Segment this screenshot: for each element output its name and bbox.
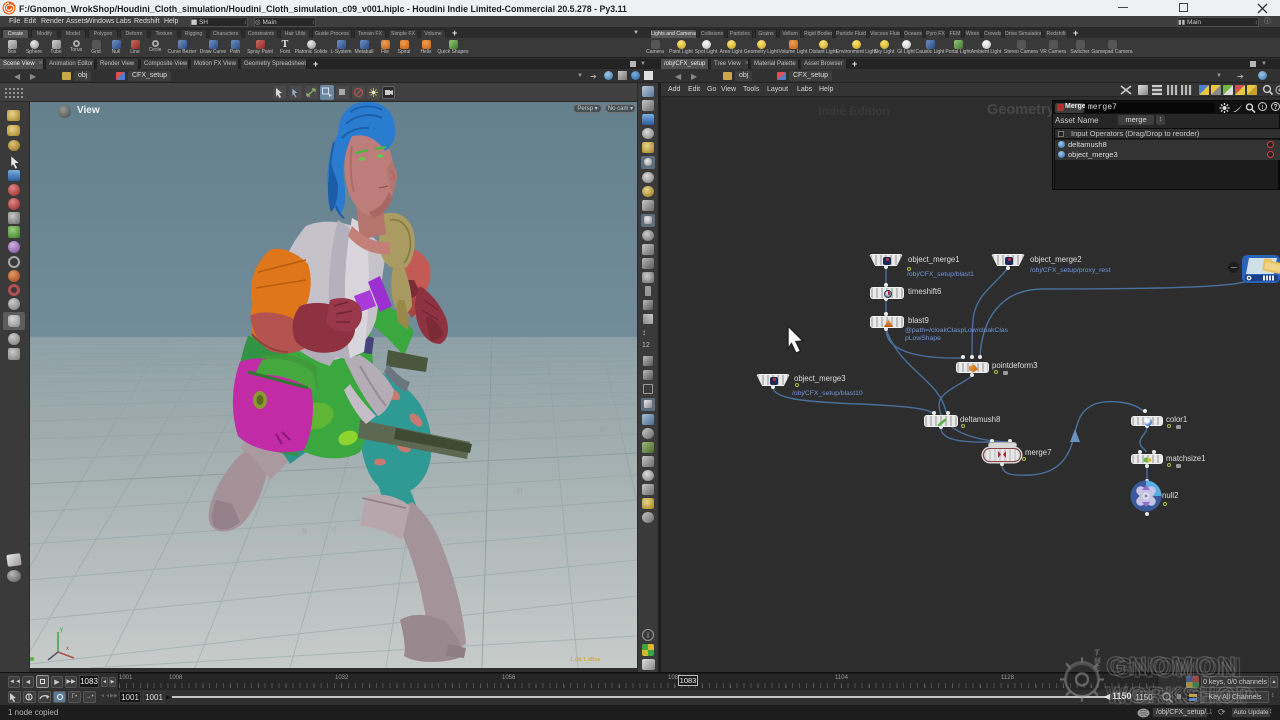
svg-text:y: y	[60, 627, 63, 633]
svg-text:0: 0	[332, 525, 337, 534]
svg-text:E: E	[1095, 664, 1101, 673]
svg-text:0: 0	[600, 425, 605, 434]
svg-text:WORKSHOP: WORKSHOP	[1106, 682, 1252, 708]
svg-text:0: 0	[302, 527, 307, 536]
svg-text:H: H	[517, 487, 523, 496]
svg-text:GNOMON: GNOMON	[1106, 651, 1238, 681]
svg-text:x: x	[66, 646, 69, 652]
svg-text:1 cbj 1.dBox: 1 cbj 1.dBox	[570, 657, 601, 663]
